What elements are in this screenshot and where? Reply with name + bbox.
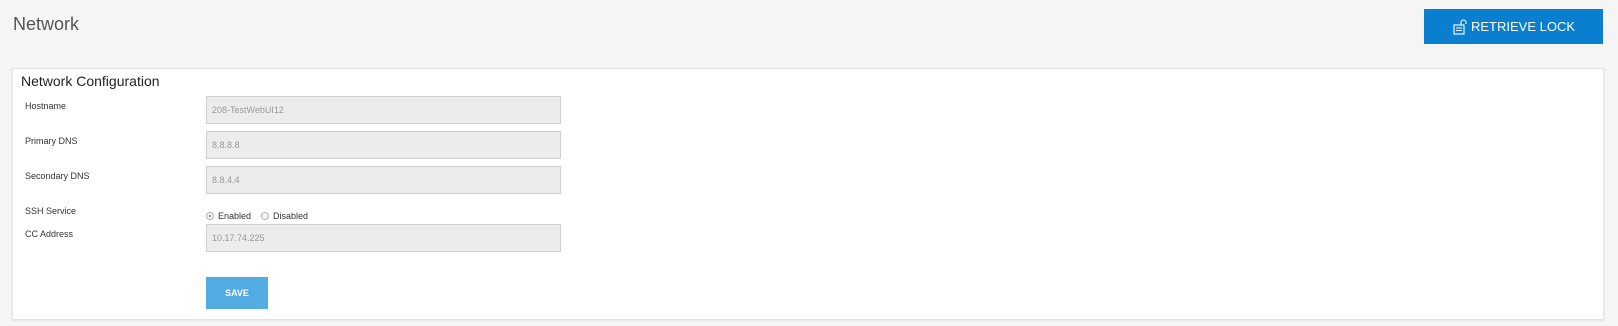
page-header: Network RETRIEVE LOCK [0, 0, 1618, 62]
unlock-icon [1452, 18, 1468, 35]
secondary-dns-field[interactable] [206, 166, 561, 194]
cc-address-field[interactable] [206, 224, 561, 252]
ssh-service-label: SSH Service [25, 206, 77, 216]
ssh-disabled-label: Disabled [273, 211, 309, 221]
network-configuration-panel: Network Configuration Hostname Primary D… [12, 68, 1604, 320]
ssh-enabled-radio[interactable] [206, 212, 214, 220]
ssh-disabled-radio[interactable] [261, 212, 270, 220]
retrieve-lock-button[interactable]: RETRIEVE LOCK [1424, 9, 1603, 44]
ssh-service-radio-group: Enabled Disabled [206, 211, 318, 221]
ssh-enabled-label: Enabled [218, 211, 252, 221]
page-title: Network [13, 14, 80, 34]
cc-address-label: CC Address [25, 229, 74, 239]
hostname-label: Hostname [25, 101, 67, 111]
ssh-disabled-option[interactable]: Disabled [261, 211, 308, 221]
secondary-dns-label: Secondary DNS [25, 171, 90, 181]
hostname-field[interactable] [206, 96, 561, 124]
panel-title: Network Configuration [21, 73, 160, 89]
primary-dns-field[interactable] [206, 131, 561, 159]
primary-dns-label: Primary DNS [25, 136, 78, 146]
retrieve-lock-label: RETRIEVE LOCK [1470, 19, 1576, 34]
save-button[interactable]: SAVE [206, 277, 268, 309]
ssh-enabled-option[interactable]: Enabled [206, 211, 251, 221]
